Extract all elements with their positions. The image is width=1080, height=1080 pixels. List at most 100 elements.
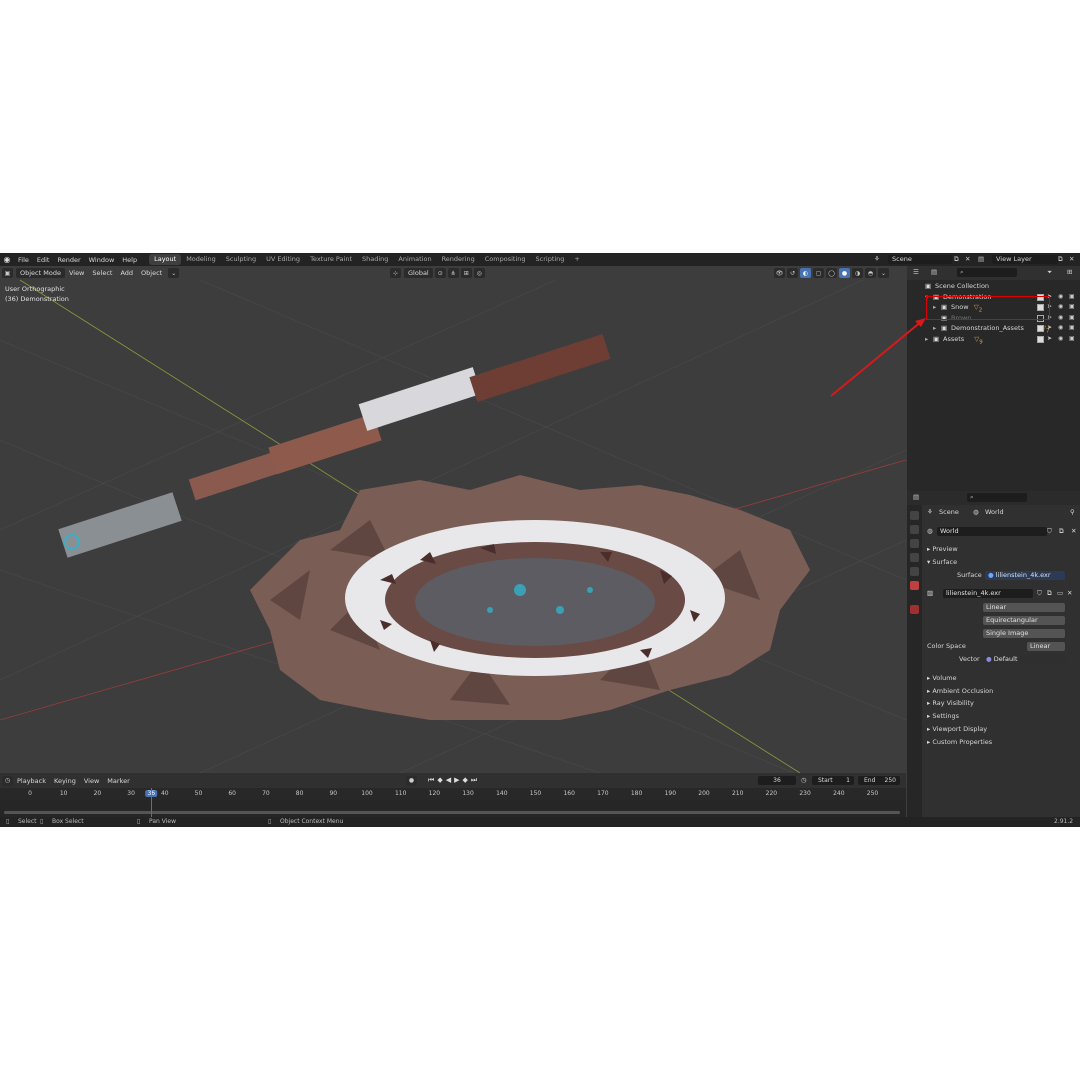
select-arrow-icon[interactable]: ➤ [1047,323,1052,333]
mode-selector[interactable]: Object Mode [16,268,65,278]
tab-rendering[interactable]: Rendering [437,254,480,265]
play-reverse-icon[interactable]: ◀ [446,776,451,785]
playhead[interactable] [151,788,152,817]
current-frame-field[interactable]: 36 [758,776,796,785]
menu-window[interactable]: Window [85,256,119,264]
render-tab-icon[interactable] [910,525,919,534]
camera-icon[interactable]: ▣ [1069,302,1075,312]
play-icon[interactable]: ▶ [454,776,459,785]
new-collection-icon[interactable]: ⊞ [1067,268,1072,276]
tab-shading[interactable]: Shading [357,254,393,265]
menu-file[interactable]: File [14,256,33,264]
tab-modeling[interactable]: Modeling [181,254,221,265]
interpolation-select[interactable]: Linear [983,603,1065,612]
camera-icon[interactable]: ▣ [1069,313,1075,323]
image-open-icon[interactable]: ▭ [1057,588,1063,598]
exclude-checkbox[interactable] [1037,335,1044,343]
proportional-edit-icon[interactable]: ◎ [473,268,485,278]
tool-tab-icon[interactable] [910,511,919,520]
display-mode-icon[interactable]: ▤ [931,268,937,276]
eye-icon[interactable]: ◉ [1058,302,1063,312]
wireframe-shading-icon[interactable]: ◯ [826,268,837,278]
scene-selector[interactable]: Scene [888,255,952,264]
tab-layout[interactable]: Layout [149,254,182,265]
jump-end-icon[interactable]: ⏭ [471,776,477,785]
image-duplicate-icon[interactable]: ⧉ [1047,588,1052,598]
snap-icon[interactable]: ⋔ [447,268,459,278]
shading-options-icon[interactable]: ⌄ [878,268,889,278]
material-shading-icon[interactable]: ◑ [852,268,863,278]
snap-options-icon[interactable]: ⊞ [460,268,472,278]
scene-copy-icon[interactable]: ⧉ [954,255,959,264]
menu-help[interactable]: Help [118,256,141,264]
3d-viewport[interactable]: User Orthographic (36) Demonstration [0,280,906,773]
preview-section[interactable]: ▸ Preview [927,544,958,554]
vector-field[interactable]: ● Default [983,655,1065,664]
tab-compositing[interactable]: Compositing [480,254,531,265]
outliner-row[interactable]: ▸▣Demonstration_Assets▽7➤◉▣ [907,323,1080,334]
overlays-icon[interactable]: ◐ [800,268,811,278]
source-select[interactable]: Single Image [983,629,1065,638]
world-unlink-icon[interactable]: ✕ [1071,526,1076,536]
visibility-icon[interactable]: 👁 [774,268,785,278]
jump-start-icon[interactable]: ⏮ [428,776,434,785]
exclude-checkbox[interactable] [1037,325,1044,332]
viewport-menu-view[interactable]: View [65,269,88,277]
properties-section[interactable]: ▸ Ambient Occlusion [927,686,993,696]
view-layer-copy-icon[interactable]: ⧉ [1058,255,1063,264]
tab-scripting[interactable]: Scripting [531,254,570,265]
color-space-select[interactable]: Linear [1027,642,1065,651]
frame-ruler[interactable]: 0102030364050607080901001101201301401501… [0,788,906,800]
timeline-editor-icon[interactable]: ◷ [2,775,13,786]
gizmo-toggle-icon[interactable]: ↺ [787,268,798,278]
menu-render[interactable]: Render [53,256,84,264]
rendered-shading-icon[interactable]: ◓ [865,268,876,278]
properties-section[interactable]: ▸ Viewport Display [927,724,987,734]
eye-icon[interactable]: ◉ [1058,334,1063,344]
camera-icon[interactable]: ▣ [1069,323,1075,333]
tab-texture-paint[interactable]: Texture Paint [305,254,357,265]
image-unlink-icon[interactable]: ✕ [1067,588,1072,598]
projection-select[interactable]: Equirectangular [983,616,1065,625]
editor-type-icon[interactable]: ▣ [2,268,13,278]
add-workspace-button[interactable]: + [569,254,584,265]
pivot-point-icon[interactable]: ⊙ [434,268,446,278]
outliner-row[interactable]: ▣ Scene Collection [907,281,1080,291]
eye-icon[interactable]: ◉ [1058,313,1063,323]
gizmo-options-icon[interactable]: ⌄ [168,268,180,278]
timeline-scrollbar[interactable] [4,811,900,814]
outliner-row-label[interactable]: Assets [943,334,964,344]
scene-close-icon[interactable]: ✕ [965,255,970,263]
timeline-body[interactable] [0,800,906,817]
menu-edit[interactable]: Edit [33,256,54,264]
properties-section[interactable]: ▸ Ray Visibility [927,698,974,708]
record-icon[interactable]: ● [406,775,417,786]
outliner-row[interactable]: ▸ ▣ Assets ▽9 ➤ ◉ ▣ [907,334,1080,345]
filter-icon[interactable]: ⏷ [1047,268,1052,277]
eye-icon[interactable]: ◉ [1058,292,1063,302]
transform-orientation-selector[interactable]: Global [404,268,433,278]
end-frame-field[interactable]: End 250 [858,776,900,785]
pin-icon[interactable]: ⚲ [1070,507,1075,517]
expand-toggle-icon[interactable]: ▸ [925,334,928,344]
world-fake-user-icon[interactable]: ⛉ [1047,526,1052,536]
outliner-row-label[interactable]: Scene Collection [935,281,989,291]
properties-section[interactable]: ▸ Custom Properties [927,737,992,747]
scene-tab-icon[interactable] [910,567,919,576]
surface-section[interactable]: ▾ Surface [927,557,957,567]
properties-search-input[interactable]: ⌕ [967,493,1027,502]
start-frame-field[interactable]: Start 1 [812,776,854,785]
select-arrow-icon[interactable]: ➤ [1047,334,1052,344]
preview-range-icon[interactable]: ◷ [801,776,807,784]
next-key-icon[interactable]: ◆ [462,776,467,785]
properties-section[interactable]: ▸ Volume [927,673,957,683]
timeline-menu-playback[interactable]: Playback [13,777,50,785]
camera-icon[interactable]: ▣ [1069,334,1075,344]
camera-icon[interactable]: ▣ [1069,292,1075,302]
expand-toggle-icon[interactable]: ▸ [933,323,936,333]
timeline-menu-keying[interactable]: Keying [50,777,80,785]
eye-icon[interactable]: ◉ [1058,323,1063,333]
viewport-menu-object[interactable]: Object [137,269,166,277]
view-layer-close-icon[interactable]: ✕ [1069,255,1074,263]
outliner-editor-type-icon[interactable]: ☰ [913,268,919,276]
